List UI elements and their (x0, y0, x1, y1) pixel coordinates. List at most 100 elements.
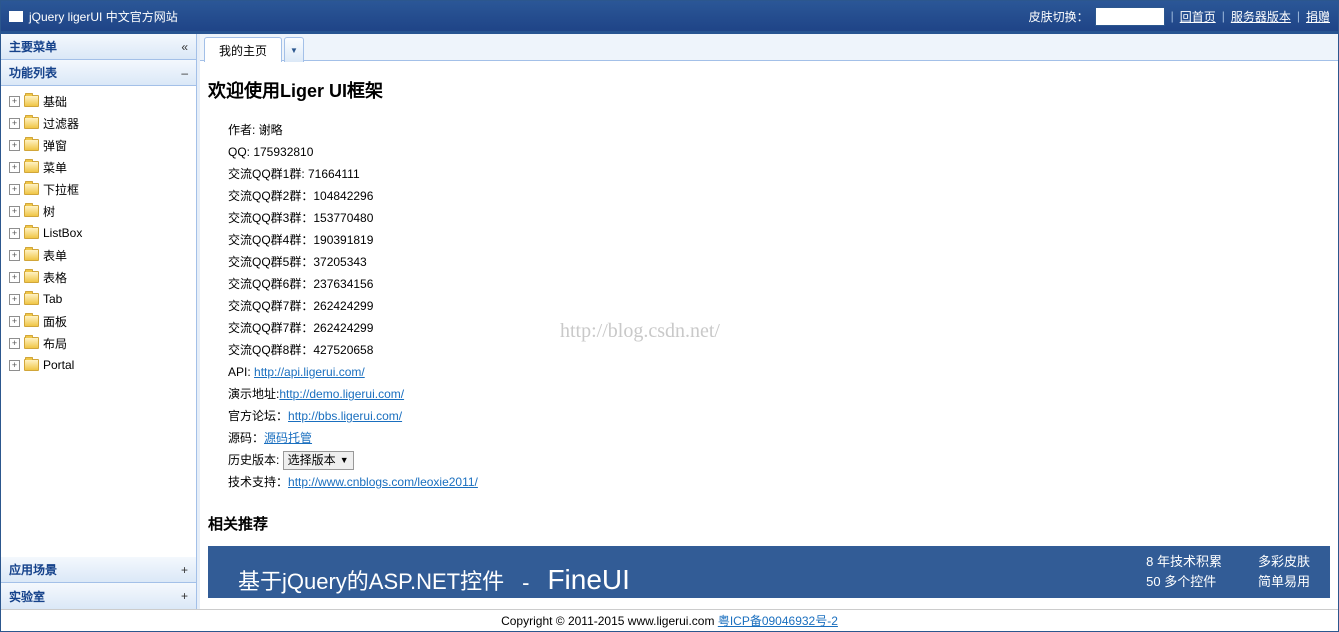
reco-col: 多彩皮肤 (1258, 552, 1310, 572)
expand-icon[interactable]: + (9, 118, 20, 129)
tree-label: 面板 (43, 313, 67, 330)
chevron-down-icon: ▼ (290, 46, 298, 55)
tree-item[interactable]: + 弹窗 (5, 134, 192, 156)
tab-dropdown[interactable]: ▼ (284, 37, 304, 62)
expand-icon[interactable]: + (9, 250, 20, 261)
tab-strip: 我的主页 ▼ (200, 34, 1338, 61)
demo-link[interactable]: http://demo.ligerui.com/ (279, 387, 404, 401)
link-home[interactable]: 回首页 (1180, 8, 1216, 25)
accordion-scene[interactable]: 应用场景 + (1, 557, 196, 583)
reco-col: 8 年技术积累 (1146, 552, 1222, 572)
expand-icon[interactable]: + (9, 96, 20, 107)
reco-brand: FineUI (547, 564, 629, 596)
link-server[interactable]: 服务器版本 (1231, 8, 1291, 25)
accordion-funclist[interactable]: 功能列表 – (1, 60, 196, 86)
qq-group: 交流QQ群3群：153770480 (228, 207, 1330, 229)
tree-panel: +基础+过滤器+弹窗+菜单+下拉框+树+ListBox+表单+表格+Tab+面板… (1, 86, 196, 557)
folder-icon (24, 205, 39, 217)
history-label: 历史版本: (228, 453, 283, 467)
expand-icon[interactable]: + (9, 140, 20, 151)
folder-icon (24, 315, 39, 327)
expand-icon[interactable]: + (9, 184, 20, 195)
plus-icon[interactable]: + (181, 589, 188, 603)
tree-label: 弹窗 (43, 137, 67, 154)
tree-item[interactable]: + Portal (5, 354, 192, 376)
tree-item[interactable]: + ListBox (5, 222, 192, 244)
tree-item[interactable]: + 表格 (5, 266, 192, 288)
qq-group: 交流QQ群2群：104842296 (228, 185, 1330, 207)
api-link[interactable]: http://api.ligerui.com/ (254, 365, 365, 379)
tree-label: 表格 (43, 269, 67, 286)
tree-label: ListBox (43, 226, 82, 240)
support-label: 技术支持： (228, 475, 288, 489)
folder-icon (24, 249, 39, 261)
footer: Copyright © 2011-2015 www.ligerui.com 粤I… (1, 609, 1338, 631)
copyright: Copyright © 2011-2015 www.ligerui.com (501, 614, 718, 628)
api-label: API: (228, 365, 254, 379)
separator: | (1222, 9, 1225, 23)
src-label: 源码： (228, 431, 264, 445)
tree-label: 基础 (43, 93, 67, 110)
accordion-lab[interactable]: 实验室 + (1, 583, 196, 609)
tree-label: Portal (43, 358, 74, 372)
tree-item[interactable]: +下拉框 (5, 178, 192, 200)
tree-label: 菜单 (43, 159, 67, 176)
tree-item[interactable]: + 布局 (5, 332, 192, 354)
minimize-icon[interactable]: – (181, 66, 188, 80)
collapse-icon[interactable]: « (181, 40, 188, 54)
page-title: 欢迎使用Liger UI框架 (208, 77, 1330, 103)
expand-icon[interactable]: + (9, 338, 20, 349)
skin-select[interactable]: 默认 ▼ (1095, 7, 1165, 26)
folder-icon (24, 117, 39, 129)
folder-icon (24, 337, 39, 349)
sidebar: 主要菜单 « 功能列表 – +基础+过滤器+弹窗+菜单+下拉框+树+ListBo… (1, 34, 197, 609)
folder-icon (24, 359, 39, 371)
qq-group: 交流QQ群7群：262424299 (228, 317, 1330, 339)
tree-item[interactable]: +表单 (5, 244, 192, 266)
tab-home[interactable]: 我的主页 (204, 37, 282, 62)
expand-icon[interactable]: + (9, 316, 20, 327)
expand-icon[interactable]: + (9, 272, 20, 283)
reco-banner[interactable]: 基于jQuery的ASP.NET控件 - FineUI 8 年技术积累 50 多… (208, 546, 1330, 598)
version-select[interactable]: 选择版本 ▼ (283, 451, 354, 470)
reco-dash: - (522, 570, 529, 596)
qq-group: 交流QQ群6群：237634156 (228, 273, 1330, 295)
tree-label: Tab (43, 292, 62, 306)
header-bar: jQuery ligerUI 中文官方网站 皮肤切换： 默认 ▼ | 回首页 |… (1, 1, 1338, 31)
expand-icon[interactable]: + (9, 360, 20, 371)
expand-icon[interactable]: + (9, 228, 20, 239)
src-link[interactable]: 源码托管 (264, 431, 312, 445)
tree-item[interactable]: + 菜单 (5, 156, 192, 178)
accordion-label: 主要菜单 (9, 38, 57, 55)
support-link[interactable]: http://www.cnblogs.com/leoxie2011/ (288, 475, 478, 489)
qq-group: 交流QQ群7群：262424299 (228, 295, 1330, 317)
icp-link[interactable]: 粤ICP备09046932号-2 (718, 614, 838, 628)
tree-item[interactable]: +树 (5, 200, 192, 222)
expand-icon[interactable]: + (9, 162, 20, 173)
tree-item[interactable]: + 基础 (5, 90, 192, 112)
qq-group: 交流QQ群1群: 71664111 (228, 163, 1330, 185)
info-author: 作者: 谢略 (228, 119, 1330, 141)
qq-group: 交流QQ群4群：190391819 (228, 229, 1330, 251)
folder-icon (24, 95, 39, 107)
app-title: jQuery ligerUI 中文官方网站 (29, 8, 178, 25)
expand-icon[interactable]: + (9, 294, 20, 305)
content-area: 欢迎使用Liger UI框架 作者: 谢略 QQ: 175932810 交流QQ… (200, 61, 1338, 609)
demo-label: 演示地址: (228, 387, 279, 401)
tree-item[interactable]: + 面板 (5, 310, 192, 332)
separator: | (1297, 9, 1300, 23)
reco-text: 基于jQuery的ASP.NET控件 (238, 564, 504, 596)
chevron-down-icon: ▼ (1151, 11, 1160, 21)
expand-icon[interactable]: + (9, 206, 20, 217)
tree-item[interactable]: +过滤器 (5, 112, 192, 134)
folder-icon (24, 271, 39, 283)
tree-label: 布局 (43, 335, 67, 352)
tree-item[interactable]: + Tab (5, 288, 192, 310)
link-donate[interactable]: 捐赠 (1306, 8, 1330, 25)
plus-icon[interactable]: + (181, 563, 188, 577)
accordion-mainmenu[interactable]: 主要菜单 « (1, 34, 196, 60)
bbs-link[interactable]: http://bbs.ligerui.com/ (288, 409, 402, 423)
accordion-label: 实验室 (9, 588, 45, 605)
skin-value: 默认 (1100, 8, 1124, 25)
tree-label: 树 (43, 203, 55, 220)
